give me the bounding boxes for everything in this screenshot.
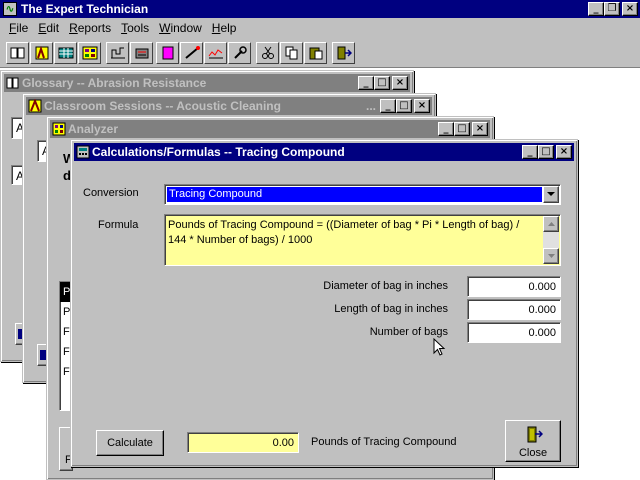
length-label: Length of bag in inches <box>334 303 448 315</box>
close-button[interactable]: × <box>392 76 408 90</box>
close-label: Close <box>518 447 548 459</box>
bags-input[interactable]: 0.000 <box>467 322 561 343</box>
paste-button[interactable] <box>304 42 327 64</box>
formula-scrollbar[interactable] <box>543 216 559 264</box>
result-value: 0.00 <box>187 432 299 453</box>
exit-button[interactable] <box>332 42 355 64</box>
maximize-button[interactable]: □ <box>396 99 412 113</box>
machine-button[interactable] <box>130 42 153 64</box>
close-button[interactable]: × <box>622 2 638 16</box>
copy-icon <box>285 46 297 60</box>
classroom-button[interactable] <box>30 42 53 64</box>
close-button[interactable]: × <box>414 99 430 113</box>
toolbar <box>0 38 640 68</box>
length-input[interactable]: 0.000 <box>467 299 561 320</box>
chart-button[interactable] <box>106 42 129 64</box>
calc-title-bar: Calculations/Formulas -- Tracing Compoun… <box>74 143 574 161</box>
machine-icon <box>135 48 148 59</box>
minimize-button[interactable]: _ <box>380 99 396 113</box>
maximize-button[interactable]: □ <box>538 145 554 159</box>
chevron-down-icon <box>547 192 555 196</box>
book-icon <box>10 47 24 59</box>
title-ellipsis: ... <box>365 99 376 113</box>
analyzer-title-bar: Analyzer _ □ × <box>50 120 490 138</box>
exit-door-icon <box>337 46 352 60</box>
result-label: Pounds of Tracing Compound <box>311 436 457 448</box>
conversion-value: Tracing Compound <box>167 187 542 202</box>
grid-button[interactable] <box>78 42 101 64</box>
calc-title: Calculations/Formulas -- Tracing Compoun… <box>92 145 345 159</box>
formula-textbox[interactable]: Pounds of Tracing Compound = ((Diameter … <box>164 214 561 266</box>
maximize-button[interactable]: □ <box>374 76 390 90</box>
analyzer-icon <box>58 47 73 59</box>
chart-icon <box>110 47 125 59</box>
formula-text: Pounds of Tracing Compound = ((Diameter … <box>168 219 520 246</box>
mouse-cursor-icon <box>433 338 446 356</box>
bag-icon <box>162 46 173 60</box>
close-button[interactable]: × <box>472 122 488 136</box>
bags-label: Number of bags <box>369 326 448 338</box>
analyzer-icon <box>52 122 66 136</box>
graph-button[interactable] <box>204 42 227 64</box>
bag-button[interactable] <box>156 42 179 64</box>
cut-button[interactable] <box>256 42 279 64</box>
chevron-down-icon <box>547 254 555 258</box>
maximize-button[interactable]: □ <box>454 122 470 136</box>
teacher-icon <box>28 99 42 113</box>
scroll-up-button[interactable] <box>543 216 559 232</box>
probe-button[interactable] <box>180 42 203 64</box>
glossary-title: Glossary -- Abrasion Resistance <box>22 76 207 90</box>
close-button[interactable]: × <box>556 145 572 159</box>
calc-window: Calculations/Formulas -- Tracing Compoun… <box>70 139 578 467</box>
menu-help[interactable]: Help <box>207 21 242 35</box>
diameter-input[interactable]: 0.000 <box>467 276 561 297</box>
analyzer-title: Analyzer <box>68 122 119 136</box>
formula-label: Formula <box>98 219 139 231</box>
menu-edit[interactable]: Edit <box>33 21 64 35</box>
classroom-title: Classroom Sessions -- Acoustic Cleaning <box>44 99 281 113</box>
minimize-button[interactable]: _ <box>358 76 374 90</box>
minimize-button[interactable]: _ <box>438 122 454 136</box>
restore-button[interactable]: ❐ <box>604 2 620 16</box>
minimize-button[interactable]: _ <box>522 145 538 159</box>
menu-tools[interactable]: Tools <box>116 21 154 35</box>
probe-icon <box>184 46 200 59</box>
app-title-bar: ∿ The Expert Technician _ ❐ × <box>0 0 640 18</box>
conversion-dropdown[interactable]: Tracing Compound <box>164 184 561 205</box>
teacher-icon <box>35 46 48 60</box>
copy-button[interactable] <box>280 42 303 64</box>
app-title: The Expert Technician <box>21 2 149 16</box>
menu-bar: File Edit Reports Tools Window Help <box>0 18 640 38</box>
analyzer-button[interactable] <box>54 42 77 64</box>
app-icon: ∿ <box>3 2 17 16</box>
menu-window[interactable]: Window <box>154 21 207 35</box>
scroll-down-button[interactable] <box>543 248 559 264</box>
classroom-title-bar: Classroom Sessions -- Acoustic Cleaning … <box>26 97 432 115</box>
minimize-button[interactable]: _ <box>588 2 604 16</box>
book-icon <box>6 77 19 89</box>
diameter-label: Diameter of bag in inches <box>323 280 448 292</box>
exit-door-icon <box>527 426 543 443</box>
tools-button[interactable] <box>228 42 251 64</box>
conversion-label: Conversion <box>83 187 139 199</box>
close-window-button[interactable]: Close <box>505 420 561 462</box>
grid-icon <box>82 46 97 60</box>
paste-icon <box>309 47 322 60</box>
wrench-icon <box>233 46 247 59</box>
menu-reports[interactable]: Reports <box>64 21 116 35</box>
scissors-icon <box>261 46 274 59</box>
graph-icon <box>208 49 223 59</box>
dropdown-arrow-button[interactable] <box>543 186 559 203</box>
chevron-up-icon <box>547 222 555 226</box>
glossary-book-button[interactable] <box>6 42 29 64</box>
calculate-button[interactable]: Calculate <box>96 430 164 456</box>
glossary-title-bar: Glossary -- Abrasion Resistance _ □ × <box>4 74 410 92</box>
calculator-icon <box>76 145 90 159</box>
menu-file[interactable]: File <box>4 21 33 35</box>
